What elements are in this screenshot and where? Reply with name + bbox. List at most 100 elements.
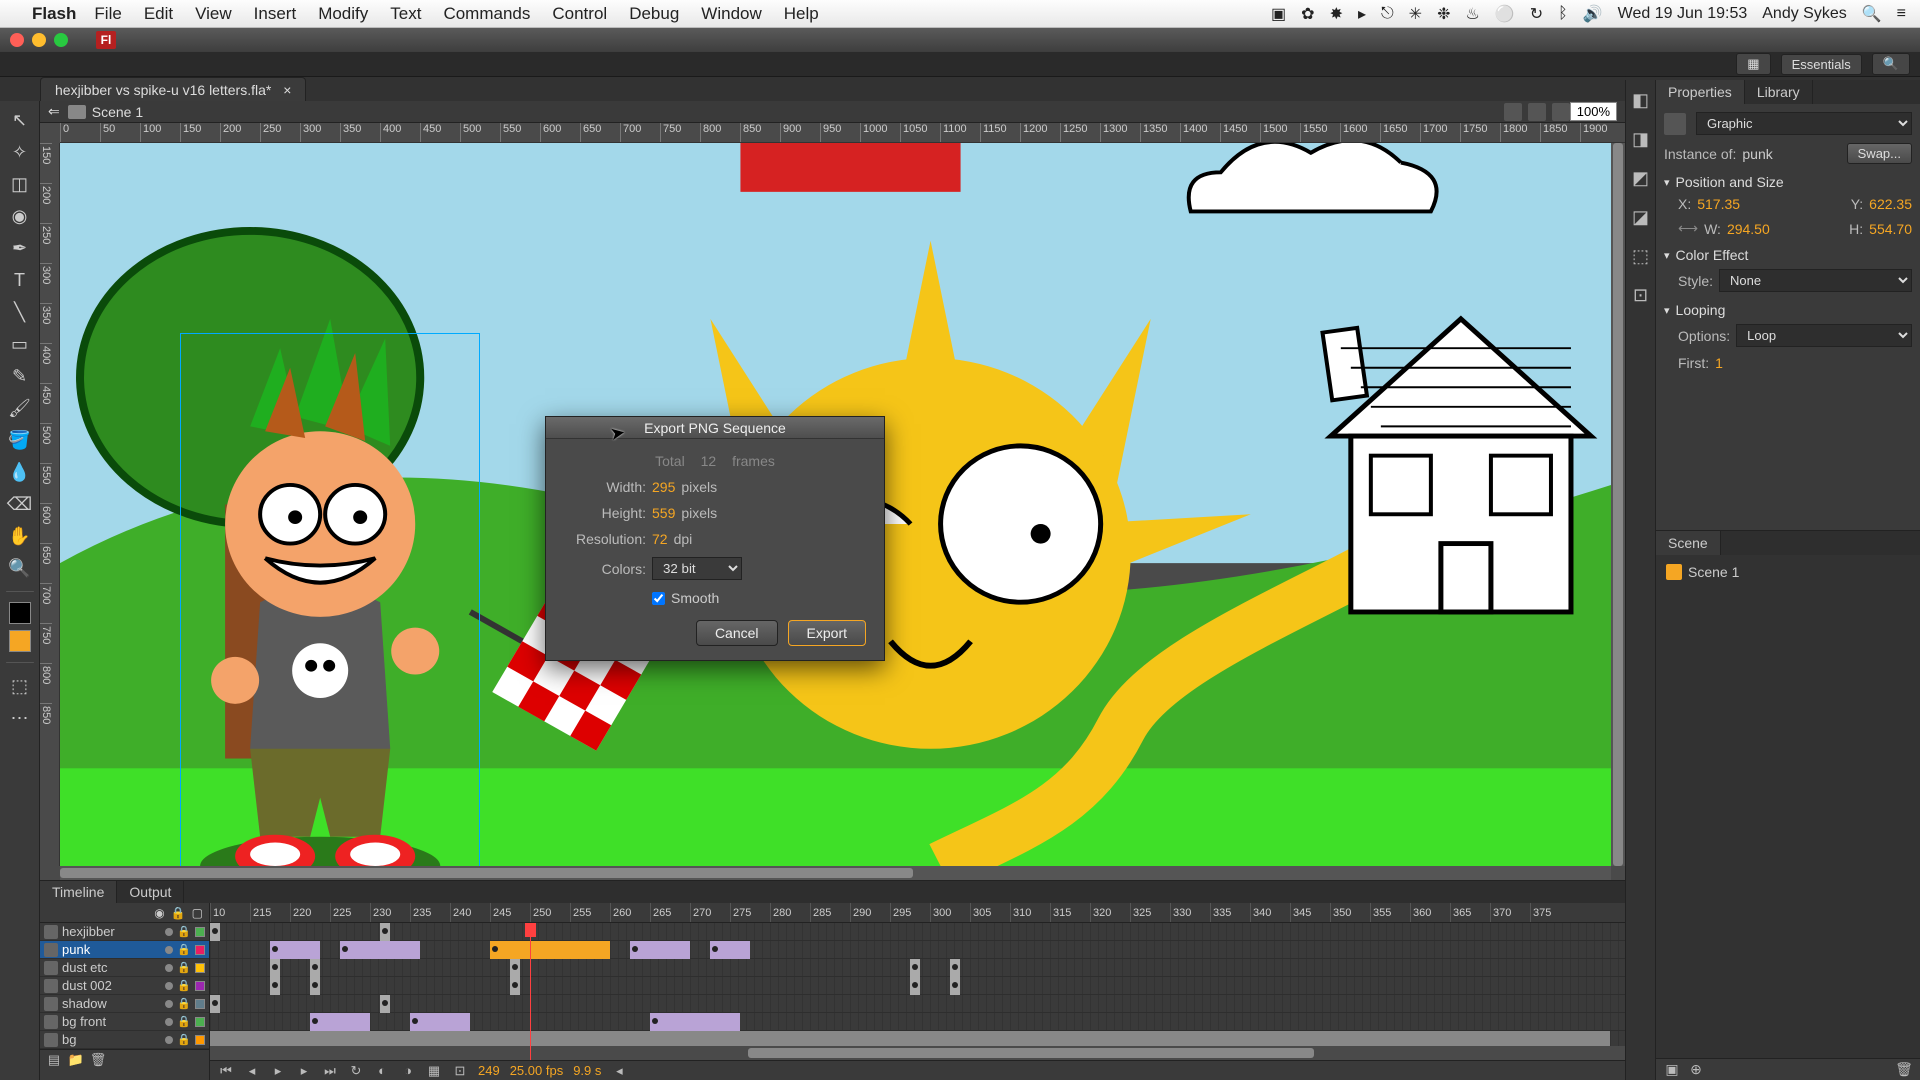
colors-select[interactable]: 32 bit bbox=[652, 557, 742, 580]
notifications-icon[interactable]: ≡ bbox=[1897, 5, 1906, 23]
outline-header-icon[interactable]: ▢ bbox=[192, 906, 203, 920]
layer-name[interactable]: punk bbox=[62, 942, 161, 957]
frame-tick[interactable]: 285 bbox=[810, 903, 850, 922]
link-wh-icon[interactable]: ⟷ bbox=[1678, 220, 1698, 237]
frame-tick[interactable]: 340 bbox=[1250, 903, 1290, 922]
workspace-switcher[interactable]: Essentials bbox=[1781, 54, 1862, 75]
selection-tool-icon[interactable]: ↖ bbox=[7, 107, 33, 133]
tab-library[interactable]: Library bbox=[1745, 80, 1813, 104]
menu-help[interactable]: Help bbox=[784, 4, 819, 24]
tool-option-icon[interactable]: ⋯ bbox=[7, 705, 33, 731]
menuextra-icon[interactable]: ❉ bbox=[1437, 4, 1450, 24]
swap-button[interactable]: Swap... bbox=[1847, 143, 1912, 164]
panel-icon[interactable]: ◧ bbox=[1632, 90, 1649, 111]
hand-tool-icon[interactable]: ✋ bbox=[7, 523, 33, 549]
frame-tick[interactable]: 260 bbox=[610, 903, 650, 922]
frame-tick[interactable]: 330 bbox=[1170, 903, 1210, 922]
menu-edit[interactable]: Edit bbox=[144, 4, 173, 24]
eyedropper-tool-icon[interactable]: 💧 bbox=[7, 459, 33, 485]
frame-tick[interactable]: 325 bbox=[1130, 903, 1170, 922]
tab-scene[interactable]: Scene bbox=[1656, 531, 1721, 555]
frame-tick[interactable]: 290 bbox=[850, 903, 890, 922]
frame-tick[interactable]: 300 bbox=[930, 903, 970, 922]
rectangle-tool-icon[interactable]: ▭ bbox=[7, 331, 33, 357]
frame-row[interactable] bbox=[210, 959, 1625, 977]
loop-options-select[interactable]: Loop bbox=[1736, 324, 1912, 347]
clock[interactable]: Wed 19 Jun 19:53 bbox=[1618, 5, 1748, 23]
x-field[interactable]: 517.35 bbox=[1697, 196, 1740, 212]
new-scene-icon[interactable]: ▣ bbox=[1664, 1062, 1680, 1078]
frame-tick[interactable]: 345 bbox=[1290, 903, 1330, 922]
frame-scrollbar[interactable] bbox=[210, 1046, 1625, 1060]
frame-tick[interactable]: 225 bbox=[330, 903, 370, 922]
fps[interactable]: 25.00 fps bbox=[510, 1063, 564, 1078]
y-field[interactable]: 622.35 bbox=[1869, 196, 1912, 212]
visibility-toggle[interactable] bbox=[165, 1018, 173, 1026]
brush-tool-icon[interactable]: 🖌 bbox=[7, 395, 33, 421]
frame-tick[interactable]: 295 bbox=[890, 903, 930, 922]
onion-outline-icon[interactable]: ◑ bbox=[400, 1063, 416, 1079]
layer-row[interactable]: hexjibber 🔒 bbox=[40, 923, 209, 941]
duplicate-scene-icon[interactable]: ⊕ bbox=[1688, 1062, 1704, 1078]
playhead[interactable] bbox=[530, 923, 531, 1060]
frame-tick[interactable]: 320 bbox=[1090, 903, 1130, 922]
stroke-swatch[interactable] bbox=[9, 602, 31, 624]
panel-icon[interactable]: ◨ bbox=[1632, 129, 1649, 150]
frame-tick[interactable]: 235 bbox=[410, 903, 450, 922]
instance-type-select[interactable]: Graphic bbox=[1696, 112, 1912, 135]
frame-tick[interactable]: 310 bbox=[1010, 903, 1050, 922]
lock-toggle[interactable]: 🔒 bbox=[177, 925, 191, 938]
visibility-toggle[interactable] bbox=[165, 1000, 173, 1008]
visibility-toggle[interactable] bbox=[165, 964, 173, 972]
minimize-icon[interactable] bbox=[32, 33, 46, 47]
frame-row[interactable] bbox=[210, 977, 1625, 995]
pencil-tool-icon[interactable]: ✎ bbox=[7, 363, 33, 389]
frame-row[interactable] bbox=[210, 941, 1625, 959]
outline-swatch[interactable] bbox=[195, 1035, 205, 1045]
menu-modify[interactable]: Modify bbox=[318, 4, 368, 24]
frame-tick[interactable]: 215 bbox=[250, 903, 290, 922]
menuextra-icon[interactable]: ✿ bbox=[1301, 4, 1314, 24]
back-icon[interactable]: ⇐ bbox=[48, 103, 60, 120]
export-png-dialog[interactable]: Export PNG Sequence Total 12 frames Widt… bbox=[545, 416, 885, 661]
delete-layer-icon[interactable]: 🗑 bbox=[90, 1052, 106, 1068]
section-looping[interactable]: ▾Looping bbox=[1664, 302, 1912, 318]
frame-tick[interactable]: 370 bbox=[1490, 903, 1530, 922]
frame-tick[interactable]: 250 bbox=[530, 903, 570, 922]
zoom-icon[interactable] bbox=[54, 33, 68, 47]
outline-swatch[interactable] bbox=[195, 927, 205, 937]
layer-row[interactable]: dust etc 🔒 bbox=[40, 959, 209, 977]
edit-symbol-icon[interactable] bbox=[1528, 103, 1546, 121]
paint-bucket-tool-icon[interactable]: 🪣 bbox=[7, 427, 33, 453]
layer-row[interactable]: bg front 🔒 bbox=[40, 1013, 209, 1031]
menu-text[interactable]: Text bbox=[390, 4, 421, 24]
loop-icon[interactable]: ↻ bbox=[348, 1063, 364, 1079]
lock-toggle[interactable]: 🔒 bbox=[177, 961, 191, 974]
w-field[interactable]: 294.50 bbox=[1727, 221, 1770, 237]
layer-row[interactable]: punk 🔒 bbox=[40, 941, 209, 959]
height-field[interactable]: 559 bbox=[652, 505, 675, 521]
edit-multi-icon[interactable]: ▦ bbox=[426, 1063, 442, 1079]
new-folder-icon[interactable]: 📁 bbox=[68, 1052, 84, 1068]
layer-name[interactable]: hexjibber bbox=[62, 924, 161, 939]
outline-swatch[interactable] bbox=[195, 1017, 205, 1027]
menu-commands[interactable]: Commands bbox=[443, 4, 530, 24]
visibility-toggle[interactable] bbox=[165, 1036, 173, 1044]
lock-header-icon[interactable]: 🔒 bbox=[171, 906, 186, 920]
frame-tick[interactable]: 220 bbox=[290, 903, 330, 922]
dialog-title[interactable]: Export PNG Sequence bbox=[546, 417, 884, 439]
tab-output[interactable]: Output bbox=[117, 881, 184, 903]
fill-swatch[interactable] bbox=[9, 630, 31, 652]
menuextra-icon[interactable]: ▸ bbox=[1358, 4, 1366, 24]
scene-item[interactable]: Scene 1 bbox=[1656, 561, 1920, 583]
outline-swatch[interactable] bbox=[195, 981, 205, 991]
lock-toggle[interactable]: 🔒 bbox=[177, 997, 191, 1010]
document-tab[interactable]: hexjibber vs spike-u v16 letters.fla* × bbox=[40, 77, 306, 101]
rewind-icon[interactable]: ⏮ bbox=[218, 1063, 234, 1079]
delete-scene-icon[interactable]: 🗑 bbox=[1896, 1062, 1912, 1078]
menu-file[interactable]: File bbox=[94, 4, 121, 24]
frame-tick[interactable]: 360 bbox=[1410, 903, 1450, 922]
frame-tick[interactable]: 275 bbox=[730, 903, 770, 922]
zoom-level[interactable]: 100% bbox=[1570, 102, 1617, 121]
frame-ruler[interactable]: 1021522022523023524024525025526026527027… bbox=[210, 903, 1625, 923]
